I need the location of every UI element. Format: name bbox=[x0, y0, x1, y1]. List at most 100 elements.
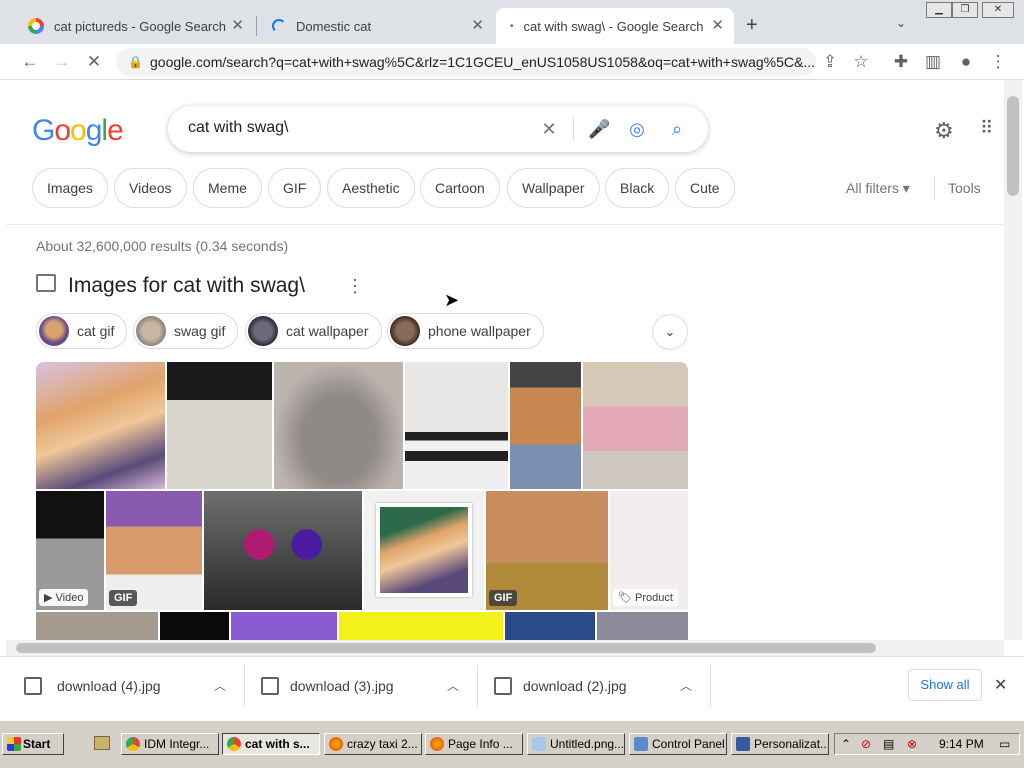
new-tab-icon[interactable]: + bbox=[746, 14, 758, 37]
related-chip-cat-wallpaper[interactable]: cat wallpaper bbox=[245, 313, 382, 349]
search-icon[interactable]: ⌕ bbox=[666, 118, 688, 140]
taskbar-item-page-info[interactable]: Page Info ... bbox=[425, 733, 523, 755]
close-window-icon[interactable]: ✕ bbox=[982, 2, 1014, 18]
download-item[interactable]: download (4).jpg ︿ bbox=[22, 657, 242, 715]
stop-loading-icon[interactable]: ✕ bbox=[82, 50, 106, 74]
horizontal-scroll-thumb[interactable] bbox=[16, 643, 876, 653]
show-all-button[interactable]: Show all bbox=[908, 669, 982, 701]
image-result[interactable] bbox=[204, 491, 362, 610]
tray-app-icon[interactable]: ⊘ bbox=[861, 734, 871, 754]
image-result[interactable] bbox=[583, 362, 688, 489]
start-button[interactable]: Start bbox=[2, 733, 64, 755]
gif-badge: GIF bbox=[109, 590, 138, 606]
badge-label: Product bbox=[635, 592, 673, 604]
google-logo[interactable]: Google bbox=[32, 114, 124, 148]
taskbar-item-idm[interactable]: IDM Integr... bbox=[121, 733, 219, 755]
related-chip-phone-wallpaper[interactable]: phone wallpaper bbox=[387, 313, 544, 349]
taskbar-label: Untitled.png... bbox=[550, 737, 625, 751]
image-result[interactable] bbox=[274, 362, 403, 489]
image-result[interactable] bbox=[231, 612, 337, 640]
close-tab-icon[interactable]: ✕ bbox=[471, 18, 484, 33]
apps-grid-icon[interactable]: ⠿ bbox=[980, 118, 993, 139]
lens-search-icon[interactable]: ◎ bbox=[626, 118, 648, 140]
extensions-puzzle-icon[interactable]: ✚ bbox=[889, 50, 913, 74]
minimize-icon[interactable]: ▁ bbox=[926, 2, 952, 18]
search-box[interactable]: cat with swag\ ✕ 🎤 ◎ ⌕ bbox=[168, 106, 708, 152]
download-shelf: download (4).jpg ︿ download (3).jpg ︿ do… bbox=[0, 656, 1024, 714]
related-chip-cat-gif[interactable]: cat gif bbox=[36, 313, 128, 349]
chevron-up-icon[interactable]: ︿ bbox=[214, 657, 226, 715]
settings-gear-icon[interactable]: ⚙ bbox=[934, 118, 954, 144]
taskbar-item-paint[interactable]: Untitled.png... bbox=[527, 733, 625, 755]
image-result[interactable] bbox=[597, 612, 688, 640]
share-icon[interactable]: ⇪ bbox=[818, 50, 842, 74]
image-result[interactable] bbox=[339, 612, 503, 640]
image-result[interactable] bbox=[36, 612, 158, 640]
voice-search-icon[interactable]: 🎤 bbox=[588, 118, 610, 140]
close-tab-icon[interactable]: ✕ bbox=[711, 18, 724, 33]
image-result[interactable] bbox=[510, 362, 581, 489]
image-result[interactable] bbox=[36, 362, 165, 489]
loading-dot-icon: • bbox=[510, 20, 514, 32]
back-arrow-icon[interactable]: ← bbox=[18, 50, 42, 74]
taskbar-item-control-panel[interactable]: Control Panel bbox=[629, 733, 727, 755]
taskbar-item-personalization[interactable]: Personalizat... bbox=[731, 733, 829, 755]
chip-aesthetic[interactable]: Aesthetic bbox=[327, 168, 415, 208]
all-filters-button[interactable]: All filters ▾ bbox=[846, 180, 910, 197]
chip-black[interactable]: Black bbox=[605, 168, 670, 208]
folder-icon[interactable] bbox=[94, 736, 110, 750]
download-item[interactable]: download (2).jpg ︿ bbox=[492, 657, 712, 715]
related-chip-swag-gif[interactable]: swag gif bbox=[133, 313, 239, 349]
clear-search-icon[interactable]: ✕ bbox=[538, 118, 560, 140]
chip-cartoon[interactable]: Cartoon bbox=[420, 168, 500, 208]
image-result[interactable]: GIF bbox=[106, 491, 202, 610]
taskbar-label: crazy taxi 2... bbox=[347, 737, 418, 751]
image-result[interactable]: 🏷 Product bbox=[610, 491, 688, 610]
address-bar[interactable]: 🔒 google.com/search?q=cat+with+swag%5C&r… bbox=[116, 48, 816, 76]
image-result[interactable] bbox=[505, 612, 595, 640]
close-tab-icon[interactable]: ✕ bbox=[231, 18, 244, 33]
chip-cute[interactable]: Cute bbox=[675, 168, 735, 208]
chip-wallpaper[interactable]: Wallpaper bbox=[507, 168, 600, 208]
image-result[interactable] bbox=[405, 362, 508, 489]
kebab-menu-icon[interactable]: ⋮ bbox=[986, 50, 1010, 74]
taskbar-label: Personalizat... bbox=[754, 737, 829, 751]
tools-button[interactable]: Tools bbox=[948, 180, 981, 196]
chevron-up-icon[interactable]: ︿ bbox=[680, 657, 692, 715]
download-item[interactable]: download (3).jpg ︿ bbox=[259, 657, 479, 715]
clock[interactable]: 9:14 PM bbox=[939, 734, 984, 754]
chip-gif[interactable]: GIF bbox=[268, 168, 322, 208]
image-result[interactable]: GIF bbox=[486, 491, 608, 610]
bookmark-star-icon[interactable]: ☆ bbox=[849, 50, 873, 74]
volume-muted-icon[interactable]: ⊗ bbox=[907, 734, 917, 754]
images-section-heading[interactable]: Images for cat with swag\ bbox=[68, 274, 305, 298]
taskbar-item-crazy-taxi[interactable]: crazy taxi 2... bbox=[324, 733, 422, 755]
tab-cat-with-swag[interactable]: • cat with swag\ - Google Search ✕ bbox=[496, 8, 734, 44]
vertical-scroll-thumb[interactable] bbox=[1007, 96, 1019, 196]
image-result[interactable] bbox=[160, 612, 229, 640]
side-panel-icon[interactable]: ▥ bbox=[921, 50, 945, 74]
show-desktop-icon[interactable]: ▭ bbox=[999, 734, 1010, 754]
image-result[interactable] bbox=[167, 362, 272, 489]
chrome-icon bbox=[126, 737, 140, 751]
network-icon[interactable]: ▤ bbox=[883, 734, 894, 754]
image-result[interactable]: ▶ Video bbox=[36, 491, 104, 610]
taskbar-item-cat-with-swag[interactable]: cat with s... bbox=[222, 733, 320, 755]
chip-meme[interactable]: Meme bbox=[193, 168, 262, 208]
close-download-bar-icon[interactable]: ✕ bbox=[994, 675, 1007, 695]
image-result[interactable] bbox=[364, 491, 484, 610]
tab-cat-pictureds[interactable]: cat pictureds - Google Search ✕ bbox=[14, 8, 254, 44]
profile-avatar-icon[interactable]: ● bbox=[954, 50, 978, 74]
search-input[interactable]: cat with swag\ bbox=[188, 119, 288, 137]
chip-videos[interactable]: Videos bbox=[114, 168, 187, 208]
more-options-icon[interactable]: ⋮ bbox=[346, 276, 364, 297]
chip-images[interactable]: Images bbox=[32, 168, 108, 208]
forward-arrow-icon[interactable]: → bbox=[50, 50, 74, 74]
lock-icon: 🔒 bbox=[128, 55, 143, 69]
expand-chevron-icon[interactable]: ⌄ bbox=[652, 314, 688, 350]
chevron-up-icon[interactable]: ︿ bbox=[447, 657, 459, 715]
tab-search-chevron-icon[interactable]: ⌄ bbox=[896, 16, 906, 30]
maximize-icon[interactable]: ❐ bbox=[952, 2, 978, 18]
tab-domestic-cat[interactable]: Domestic cat ✕ bbox=[258, 8, 494, 44]
tray-expand-icon[interactable]: ⌃ bbox=[841, 734, 851, 754]
